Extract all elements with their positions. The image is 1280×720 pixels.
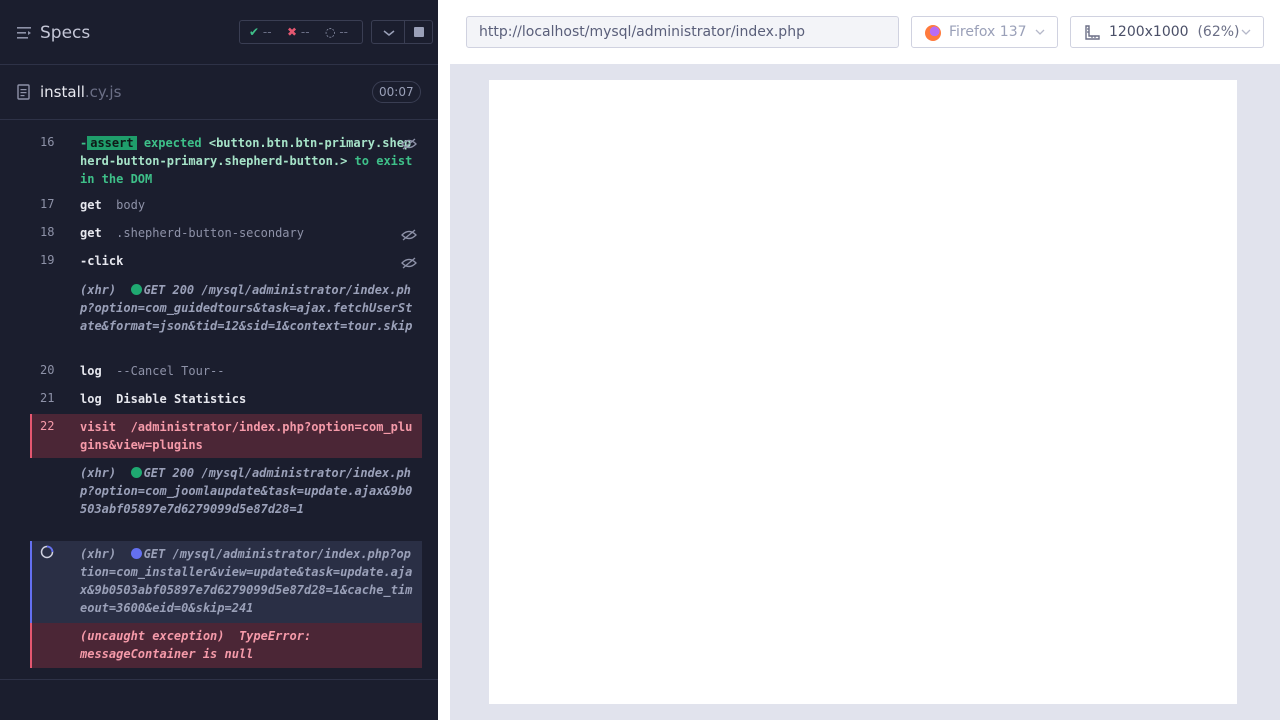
chevron-down-icon (1035, 29, 1045, 35)
eye-slash-icon[interactable] (401, 137, 417, 151)
aut-header: http://localhost/mysql/administrator/ind… (450, 0, 1280, 64)
command-row-click[interactable]: 19 -click (30, 250, 422, 274)
reporter-footer (0, 679, 438, 720)
status-dot-icon (130, 284, 142, 295)
spec-file-row: install.cy.js 00:07 (0, 65, 438, 120)
specs-title[interactable]: Specs (40, 23, 90, 43)
failed-count: ✖ -- (287, 25, 310, 39)
check-icon: ✔ (249, 25, 260, 39)
panel-divider[interactable] (438, 0, 450, 720)
spec-file-name[interactable]: install.cy.js (40, 83, 121, 101)
chevron-down-icon (383, 30, 395, 36)
aut-stage (450, 64, 1280, 720)
ruler-icon (1085, 25, 1100, 40)
xhr-row[interactable]: (xhr) GET 200 /mysql/administrator/index… (30, 463, 422, 539)
status-dot-icon (130, 467, 142, 478)
eye-slash-icon[interactable] (401, 228, 417, 242)
viewport-select[interactable]: 1200x1000 (62%) (1070, 16, 1264, 48)
command-row-failed[interactable]: 22 visit /administrator/index.php?option… (30, 414, 422, 458)
stats-summary: ✔ -- ✖ -- ◌ -- (239, 20, 363, 44)
duration-badge: 00:07 (372, 81, 421, 103)
command-row-get[interactable]: 18 get .shepherd-button-secondary (30, 222, 422, 246)
reporter-panel: Specs ✔ -- ✖ -- ◌ -- install.cy.js 00:07 (0, 0, 438, 720)
viewport-scale: (62%) (1197, 24, 1240, 40)
chevron-down-icon (1241, 29, 1251, 35)
error-row[interactable]: (uncaught exception) TypeError: messageC… (30, 623, 422, 668)
firefox-icon (925, 25, 941, 41)
list-icon[interactable] (17, 26, 33, 40)
specs-header: Specs ✔ -- ✖ -- ◌ -- (0, 0, 438, 65)
command-log[interactable]: 16 - assert expected <button.btn.btn-prim… (30, 120, 422, 668)
passed-count: ✔ -- (249, 25, 272, 39)
browser-select[interactable]: Firefox 137 (911, 16, 1058, 48)
command-row (30, 120, 422, 124)
xhr-row-pending[interactable]: (xhr) GET /mysql/administrator/index.php… (30, 541, 422, 623)
command-row-get[interactable]: 17 get body (30, 194, 422, 218)
x-icon: ✖ (287, 25, 298, 39)
xhr-row[interactable]: (xhr) GET 200 /mysql/administrator/index… (30, 280, 422, 356)
command-row-assert[interactable]: 16 - assert expected <button.btn.btn-prim… (30, 133, 422, 189)
command-row-log[interactable]: 21 log Disable Statistics (30, 388, 422, 412)
expand-button[interactable] (371, 20, 405, 44)
command-row-log[interactable]: 20 log --Cancel Tour-- (30, 360, 422, 384)
status-dot-icon (130, 548, 142, 559)
spinner-icon (40, 545, 54, 559)
spinner-icon: ◌ (325, 25, 336, 39)
stop-icon (414, 27, 424, 37)
viewport-size: 1200x1000 (1109, 24, 1189, 40)
assert-badge: assert (87, 136, 137, 150)
document-icon (17, 84, 30, 100)
url-bar[interactable]: http://localhost/mysql/administrator/ind… (466, 16, 899, 48)
pending-count: ◌ -- (325, 25, 348, 39)
eye-slash-icon[interactable] (401, 256, 417, 270)
stop-button[interactable] (404, 20, 433, 44)
aut-iframe[interactable] (489, 80, 1237, 704)
